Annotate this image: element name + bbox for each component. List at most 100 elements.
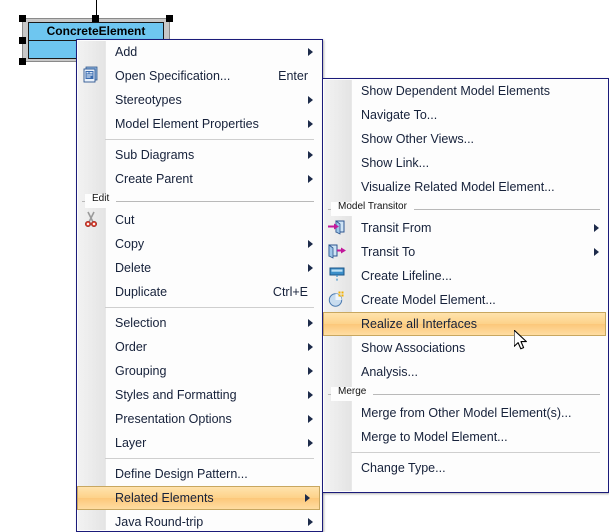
resize-handle-sw[interactable] bbox=[19, 58, 26, 65]
menu-item-no-icon bbox=[328, 315, 350, 335]
submenu-arrow-icon bbox=[308, 175, 313, 183]
resize-handle-nw[interactable] bbox=[19, 15, 26, 22]
transit-to-icon bbox=[327, 242, 349, 262]
menu-group-label: Edit bbox=[92, 193, 110, 204]
menu-item-no-icon bbox=[327, 177, 349, 197]
menu-item-label: Merge from Other Model Element(s)... bbox=[361, 406, 572, 420]
submenu-arrow-icon bbox=[305, 494, 310, 502]
menu-item-no-icon bbox=[81, 361, 103, 381]
menu-item-no-icon bbox=[81, 337, 103, 357]
menu-item[interactable]: Merge from Other Model Element(s)... bbox=[323, 401, 608, 425]
menu-item[interactable]: Cut bbox=[77, 208, 322, 232]
menu-item-label: Model Element Properties bbox=[115, 117, 259, 131]
resize-handle-n[interactable] bbox=[92, 15, 99, 22]
menu-item[interactable]: Create Lifeline... bbox=[323, 264, 608, 288]
menu-separator bbox=[105, 307, 314, 308]
menu-separator bbox=[105, 139, 314, 140]
transit-from-icon bbox=[327, 218, 349, 238]
menu-group-label: Merge bbox=[338, 386, 367, 397]
menu-item[interactable]: Define Design Pattern... bbox=[77, 462, 322, 486]
scissors-icon bbox=[81, 210, 103, 230]
menu-group-separator: Merge bbox=[323, 386, 608, 401]
menu-item[interactable]: Related Elements bbox=[77, 486, 320, 510]
menu-separator bbox=[351, 452, 600, 453]
menu-item[interactable]: Java Round-trip bbox=[77, 510, 322, 532]
menu-group-label: Model Transitor bbox=[338, 201, 407, 212]
mouse-cursor bbox=[514, 330, 527, 350]
menu-item[interactable]: Styles and Formatting bbox=[77, 383, 322, 407]
submenu-arrow-icon bbox=[308, 96, 313, 104]
menu-item-no-icon bbox=[81, 409, 103, 429]
menu-item[interactable]: Create Parent bbox=[77, 167, 322, 191]
submenu-arrow-icon bbox=[308, 343, 313, 351]
menu-item[interactable]: Analysis... bbox=[323, 360, 608, 384]
menu-item-no-icon bbox=[81, 282, 103, 302]
menu-item[interactable]: Layer bbox=[77, 431, 322, 455]
menu-item[interactable]: Show Dependent Model Elements bbox=[323, 79, 608, 103]
menu-item[interactable]: Add bbox=[77, 40, 322, 64]
context-menu-item-list: Add Open Specification... Enter Stereotypes… bbox=[77, 40, 322, 532]
menu-group-line bbox=[82, 201, 314, 202]
menu-item[interactable]: Duplicate Ctrl+E bbox=[77, 280, 322, 304]
menu-item-no-icon bbox=[327, 153, 349, 173]
menu-item-label: Show Dependent Model Elements bbox=[361, 84, 551, 98]
resize-handle-ne[interactable] bbox=[166, 15, 173, 22]
submenu-arrow-icon bbox=[308, 415, 313, 423]
menu-item[interactable]: Transit From bbox=[323, 216, 608, 240]
submenu-arrow-icon bbox=[594, 224, 599, 232]
submenu-arrow-icon bbox=[308, 518, 313, 526]
menu-item[interactable]: Visualize Related Model Element... bbox=[323, 175, 608, 199]
menu-item-no-icon bbox=[327, 458, 349, 478]
menu-item-no-icon bbox=[81, 464, 103, 484]
menu-item-no-icon bbox=[327, 338, 349, 358]
menu-item-no-icon bbox=[327, 129, 349, 149]
menu-item[interactable]: Stereotypes bbox=[77, 88, 322, 112]
menu-item-no-icon bbox=[81, 258, 103, 278]
menu-item-shortcut: Ctrl+E bbox=[272, 285, 308, 299]
menu-item[interactable]: Create Model Element... bbox=[323, 288, 608, 312]
related-elements-submenu[interactable]: Show Dependent Model Elements Navigate To… bbox=[322, 78, 609, 493]
menu-item[interactable]: Presentation Options bbox=[77, 407, 322, 431]
menu-item[interactable]: Model Element Properties bbox=[77, 112, 322, 136]
menu-item[interactable]: Copy bbox=[77, 232, 322, 256]
menu-item[interactable]: Delete bbox=[77, 256, 322, 280]
menu-item-no-icon bbox=[81, 169, 103, 189]
menu-item[interactable]: Grouping bbox=[77, 359, 322, 383]
menu-item[interactable]: Show Other Views... bbox=[323, 127, 608, 151]
submenu-arrow-icon bbox=[308, 367, 313, 375]
menu-item[interactable]: Open Specification... Enter bbox=[77, 64, 322, 88]
menu-separator bbox=[105, 458, 314, 459]
context-menu[interactable]: Add Open Specification... Enter Stereotypes… bbox=[76, 39, 323, 532]
menu-item-no-icon bbox=[81, 42, 103, 62]
menu-item-shortcut: Enter bbox=[278, 69, 308, 83]
submenu-arrow-icon bbox=[308, 319, 313, 327]
resize-handle-w[interactable] bbox=[19, 37, 26, 44]
submenu-arrow-icon bbox=[308, 391, 313, 399]
menu-item-no-icon bbox=[327, 427, 349, 447]
menu-item-label: Merge to Model Element... bbox=[361, 430, 508, 444]
menu-item-no-icon bbox=[81, 385, 103, 405]
menu-item[interactable]: Sub Diagrams bbox=[77, 143, 322, 167]
menu-item-no-icon bbox=[327, 362, 349, 382]
menu-item-no-icon bbox=[82, 489, 104, 509]
submenu-arrow-icon bbox=[308, 48, 313, 56]
menu-item[interactable]: Selection bbox=[77, 311, 322, 335]
menu-item[interactable]: Change Type... bbox=[323, 456, 608, 480]
menu-item[interactable]: Merge to Model Element... bbox=[323, 425, 608, 449]
submenu-item-list: Show Dependent Model Elements Navigate To… bbox=[323, 79, 608, 480]
application-canvas: ConcreteElement Add Open Specification...… bbox=[0, 0, 609, 532]
menu-item[interactable]: Order bbox=[77, 335, 322, 359]
menu-item-no-icon bbox=[81, 90, 103, 110]
menu-item[interactable]: Navigate To... bbox=[323, 103, 608, 127]
submenu-arrow-icon bbox=[308, 151, 313, 159]
menu-item[interactable]: Transit To bbox=[323, 240, 608, 264]
menu-group-separator: Model Transitor bbox=[323, 201, 608, 216]
menu-item-no-icon bbox=[81, 234, 103, 254]
menu-item[interactable]: Show Associations bbox=[323, 336, 608, 360]
menu-item-no-icon bbox=[81, 512, 103, 532]
submenu-arrow-icon bbox=[594, 248, 599, 256]
menu-item[interactable]: Realize all Interfaces bbox=[323, 312, 606, 336]
menu-item-no-icon bbox=[81, 433, 103, 453]
menu-item[interactable]: Show Link... bbox=[323, 151, 608, 175]
submenu-arrow-icon bbox=[308, 120, 313, 128]
